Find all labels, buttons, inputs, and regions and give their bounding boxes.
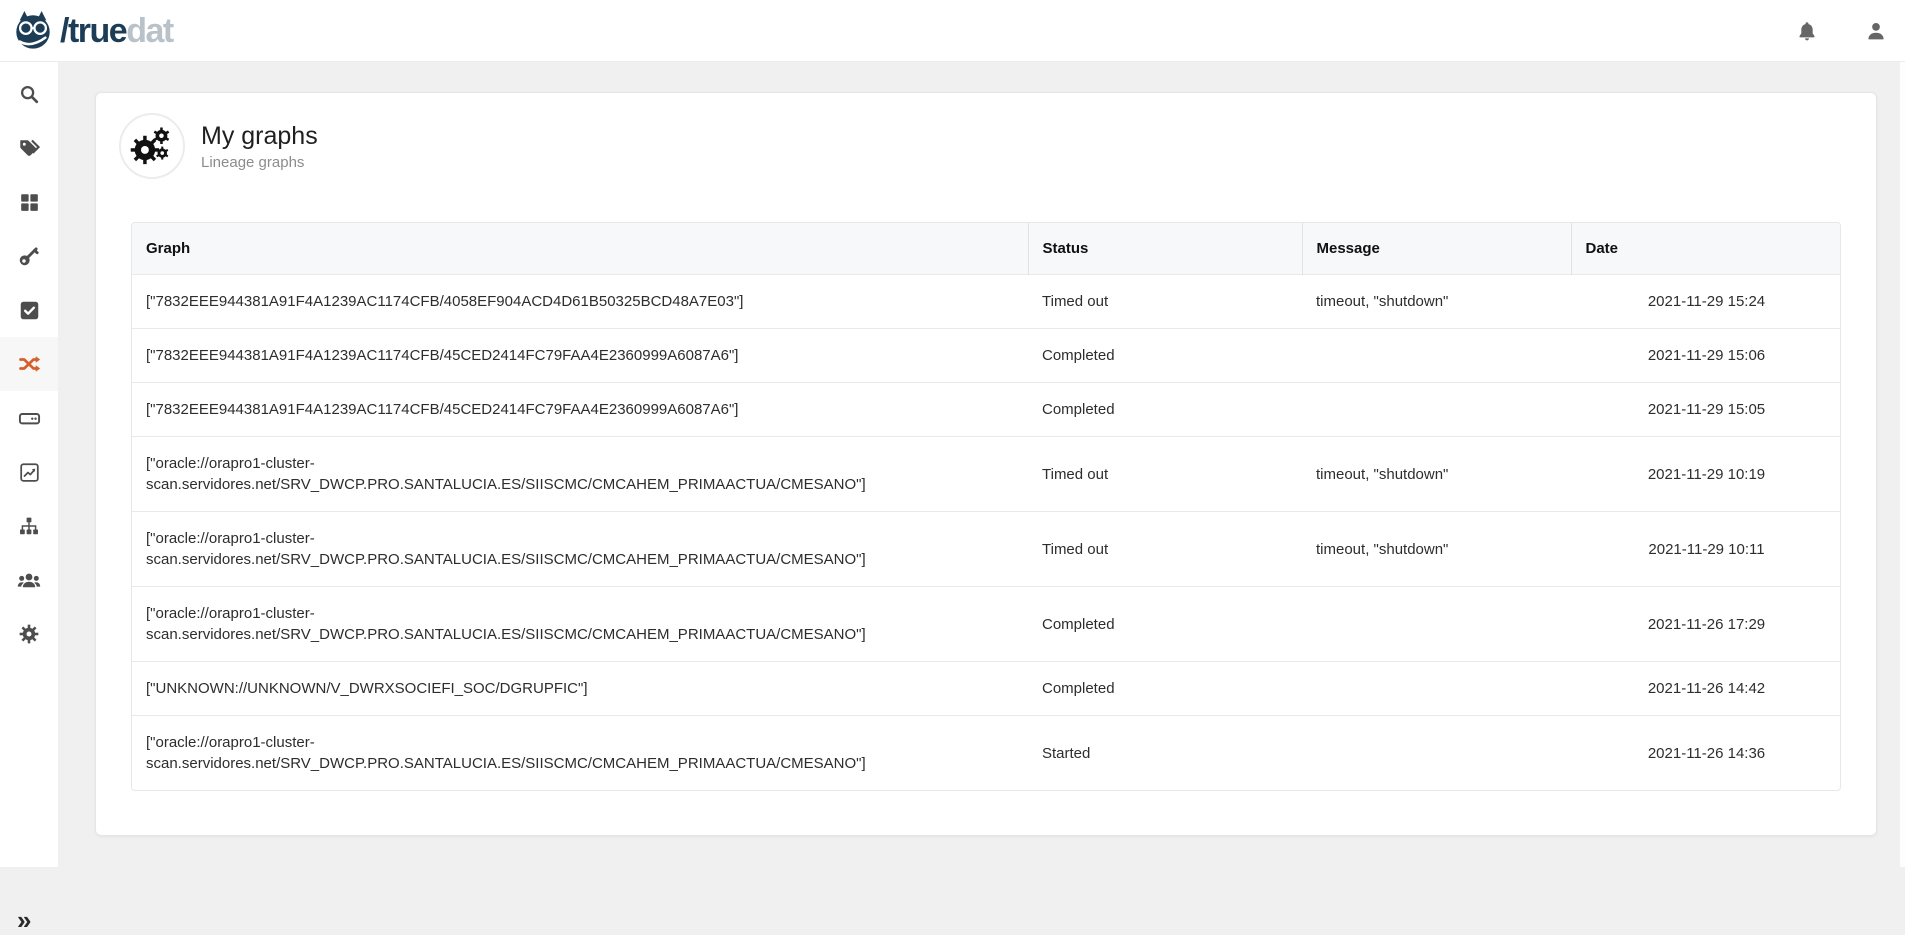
date-cell: 2021-11-26 17:29 — [1571, 587, 1841, 662]
chart-line-icon — [19, 462, 40, 483]
graph-cell: ["oracle://orapro1-cluster- scan.servido… — [132, 437, 1028, 512]
notifications-bell-icon[interactable] — [1796, 20, 1818, 42]
grid-icon — [19, 192, 40, 213]
hard-drive-icon — [18, 407, 41, 430]
message-cell — [1302, 587, 1571, 662]
graph-row[interactable]: ["UNKNOWN://UNKNOWN/V_DWRXSOCIEFI_SOC/DG… — [132, 662, 1841, 716]
sidebar-item-quality-rules[interactable] — [0, 283, 58, 337]
graph-cell: ["oracle://orapro1-cluster- scan.servido… — [132, 587, 1028, 662]
column-header-status: Status — [1028, 223, 1302, 275]
owl-logo-icon — [10, 10, 56, 52]
status-cell: Completed — [1028, 383, 1302, 437]
sitemap-icon — [18, 515, 40, 537]
column-header-message: Message — [1302, 223, 1571, 275]
message-cell: timeout, "shutdown" — [1302, 275, 1571, 329]
graph-row[interactable]: ["7832EEE944381A91F4A1239AC1174CFB/4058E… — [132, 275, 1841, 329]
main-content: My graphs Lineage graphs GraphStatusMess… — [58, 62, 1905, 867]
users-icon — [17, 568, 41, 592]
status-cell: Completed — [1028, 329, 1302, 383]
card-header: My graphs Lineage graphs — [119, 113, 1876, 179]
sidebar: » — [0, 62, 58, 867]
message-cell — [1302, 716, 1571, 791]
page-title: My graphs — [201, 121, 318, 151]
sidebar-item-settings[interactable] — [0, 607, 58, 661]
sidebar-item-user-groups[interactable] — [0, 553, 58, 607]
sidebar-item-lineage-graphs[interactable] — [0, 337, 58, 391]
message-cell — [1302, 383, 1571, 437]
truedat-logo[interactable]: /truedat — [0, 10, 173, 52]
sidebar-item-charts[interactable] — [0, 445, 58, 499]
graph-cell: ["UNKNOWN://UNKNOWN/V_DWRXSOCIEFI_SOC/DG… — [132, 662, 1028, 716]
topbar: /truedat — [0, 0, 1905, 62]
date-cell: 2021-11-29 10:19 — [1571, 437, 1841, 512]
graph-cell: ["7832EEE944381A91F4A1239AC1174CFB/45CED… — [132, 329, 1028, 383]
tags-icon — [18, 137, 40, 159]
user-account-icon[interactable] — [1865, 20, 1887, 42]
status-cell: Timed out — [1028, 512, 1302, 587]
graph-cell: ["oracle://orapro1-cluster- scan.servido… — [132, 512, 1028, 587]
sidebar-item-tags[interactable] — [0, 121, 58, 175]
my-graphs-card: My graphs Lineage graphs GraphStatusMess… — [95, 92, 1877, 836]
gears-icon — [126, 120, 178, 172]
date-cell: 2021-11-29 15:06 — [1571, 329, 1841, 383]
status-cell: Completed — [1028, 587, 1302, 662]
message-cell — [1302, 329, 1571, 383]
sidebar-item-structures[interactable] — [0, 499, 58, 553]
graph-cell: ["7832EEE944381A91F4A1239AC1174CFB/45CED… — [132, 383, 1028, 437]
message-cell — [1302, 662, 1571, 716]
status-cell: Started — [1028, 716, 1302, 791]
date-cell: 2021-11-26 14:36 — [1571, 716, 1841, 791]
sidebar-item-keys[interactable] — [0, 229, 58, 283]
column-header-date: Date — [1571, 223, 1841, 275]
status-cell: Timed out — [1028, 275, 1302, 329]
shuffle-icon — [17, 352, 41, 376]
graph-row[interactable]: ["oracle://orapro1-cluster- scan.servido… — [132, 512, 1841, 587]
key-icon — [18, 245, 40, 267]
graph-row[interactable]: ["7832EEE944381A91F4A1239AC1174CFB/45CED… — [132, 329, 1841, 383]
graphs-table: GraphStatusMessageDate ["7832EEE944381A9… — [131, 222, 1841, 791]
status-cell: Timed out — [1028, 437, 1302, 512]
graph-cell: ["7832EEE944381A91F4A1239AC1174CFB/4058E… — [132, 275, 1028, 329]
graph-row[interactable]: ["oracle://orapro1-cluster- scan.servido… — [132, 716, 1841, 791]
graph-row[interactable]: ["oracle://orapro1-cluster- scan.servido… — [132, 587, 1841, 662]
sidebar-item-dashboards[interactable] — [0, 175, 58, 229]
graphs-table-body: ["7832EEE944381A91F4A1239AC1174CFB/4058E… — [132, 275, 1841, 791]
table-header-row: GraphStatusMessageDate — [132, 223, 1841, 275]
gear-icon — [18, 623, 40, 645]
column-header-graph: Graph — [132, 223, 1028, 275]
message-cell: timeout, "shutdown" — [1302, 512, 1571, 587]
graph-row[interactable]: ["7832EEE944381A91F4A1239AC1174CFB/45CED… — [132, 383, 1841, 437]
graph-cell: ["oracle://orapro1-cluster- scan.servido… — [132, 716, 1028, 791]
graphs-badge — [119, 113, 185, 179]
search-icon — [18, 83, 40, 105]
date-cell: 2021-11-29 15:24 — [1571, 275, 1841, 329]
date-cell: 2021-11-26 14:42 — [1571, 662, 1841, 716]
status-cell: Completed — [1028, 662, 1302, 716]
message-cell: timeout, "shutdown" — [1302, 437, 1571, 512]
graph-row[interactable]: ["oracle://orapro1-cluster- scan.servido… — [132, 437, 1841, 512]
check-square-icon — [19, 300, 40, 321]
sidebar-expand-toggle[interactable]: » — [17, 907, 29, 933]
sidebar-item-data-sources[interactable] — [0, 391, 58, 445]
date-cell: 2021-11-29 15:05 — [1571, 383, 1841, 437]
sidebar-item-search[interactable] — [0, 67, 58, 121]
page-subtitle: Lineage graphs — [201, 153, 318, 172]
date-cell: 2021-11-29 10:11 — [1571, 512, 1841, 587]
scrollbar[interactable] — [1900, 62, 1905, 867]
logo-text: /truedat — [60, 14, 173, 48]
